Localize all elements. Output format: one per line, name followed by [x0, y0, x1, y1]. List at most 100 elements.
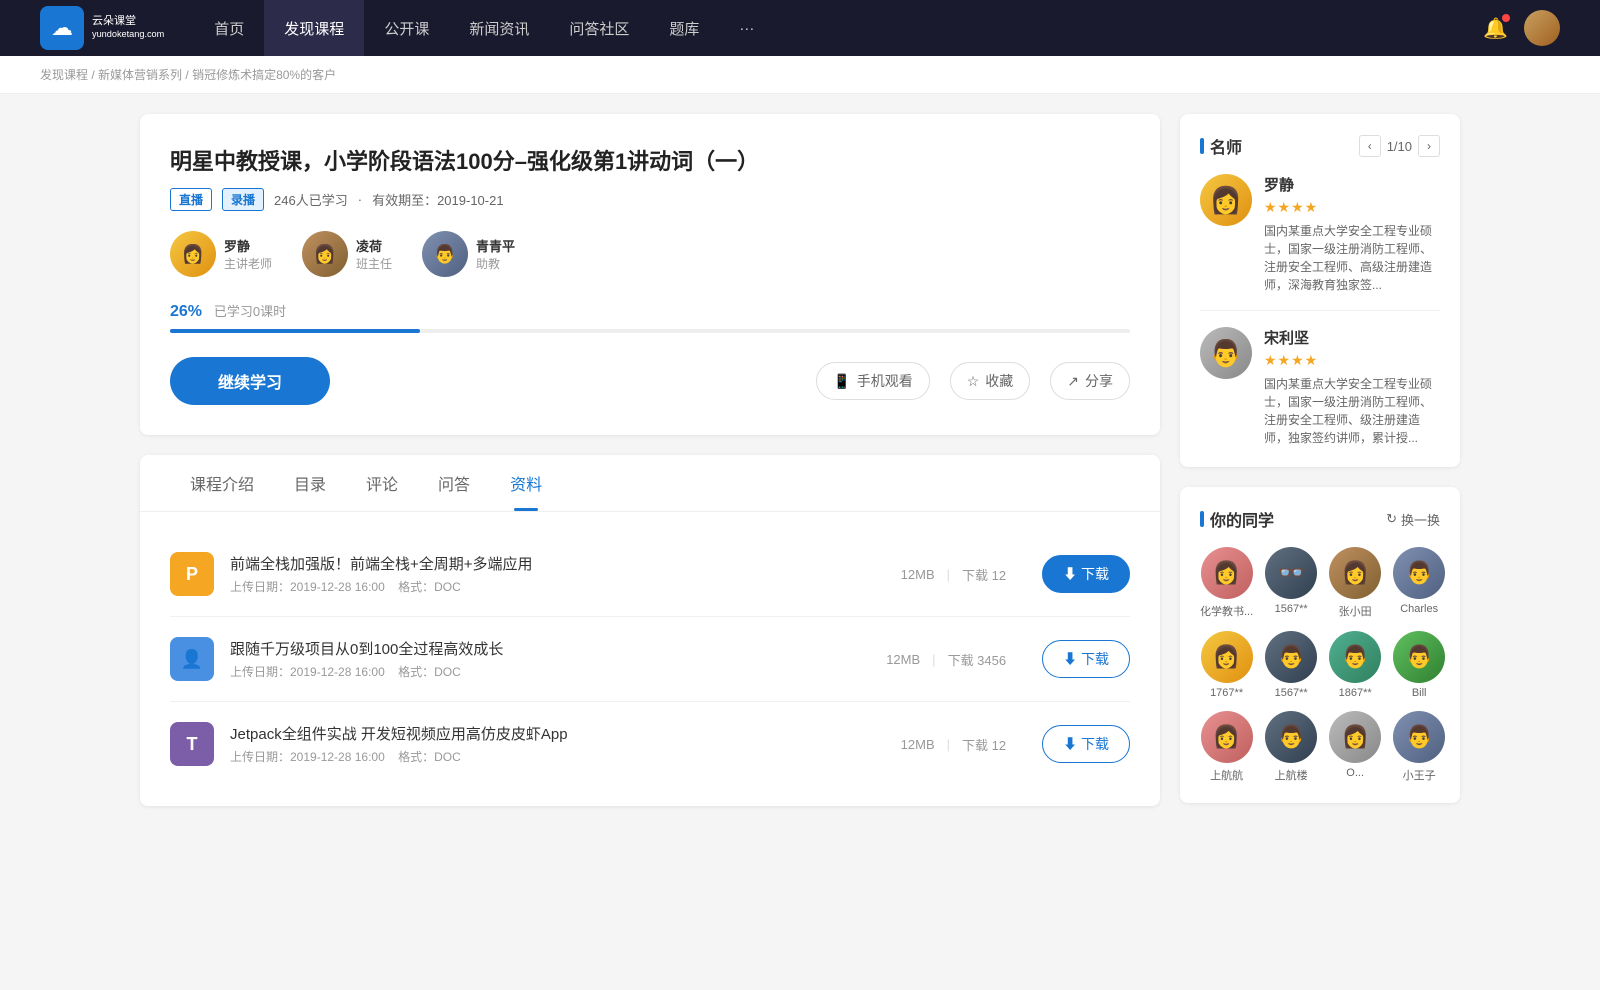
sidebar-teacher-1-info: 罗静 ★★★★ 国内某重点大学安全工程专业硕士，国家一级注册消防工程师、注册安全…: [1264, 174, 1440, 294]
resource-stats-2: 12MB | 下载 3456: [886, 650, 1006, 669]
logo-symbol: ☁: [51, 15, 73, 41]
classmate-5-avatar: 👩: [1201, 631, 1253, 683]
resource-icon-1: P: [170, 552, 214, 596]
tab-review[interactable]: 评论: [346, 455, 418, 511]
sidebar-teacher-2-info: 宋利坚 ★★★★ 国内某重点大学安全工程专业硕士，国家一级注册消防工程师、注册安…: [1264, 327, 1440, 447]
nav-public[interactable]: 公开课: [364, 0, 449, 56]
continue-learning-button[interactable]: 继续学习: [170, 357, 330, 405]
progress-section: 26% 已学习0课时: [170, 301, 1130, 333]
classmate-3[interactable]: 👩 张小田: [1329, 547, 1381, 619]
resource-meta-3: 上传日期：2019-12-28 16:00 格式：DOC: [230, 748, 885, 765]
resource-stats-1: 12MB | 下载 12: [901, 565, 1006, 584]
teacher-3: 👨 青青平 助教: [422, 231, 515, 277]
logo[interactable]: ☁ 云朵课堂yundoketang.com: [40, 6, 164, 50]
sep-3: |: [947, 737, 950, 752]
classmate-6[interactable]: 👨 1567**: [1265, 631, 1317, 699]
breadcrumb-series[interactable]: 新媒体营销系列: [98, 68, 182, 82]
sidebar-teacher-2-desc: 国内某重点大学安全工程专业硕士，国家一级注册消防工程师、注册安全工程师、级注册建…: [1264, 375, 1440, 447]
classmate-5[interactable]: 👩 1767**: [1200, 631, 1253, 699]
classmate-10[interactable]: 👨 上航楼: [1265, 711, 1317, 783]
nav-more[interactable]: ···: [719, 0, 774, 56]
logo-icon: ☁: [40, 6, 84, 50]
share-button[interactable]: ↗ 分享: [1050, 362, 1130, 400]
classmate-2-name: 1567**: [1275, 603, 1308, 615]
classmate-12[interactable]: 👨 小王子: [1393, 711, 1445, 783]
star-icon: ☆: [967, 373, 980, 390]
download-button-2[interactable]: ⬇ 下载: [1042, 640, 1130, 678]
classmates-sidebar-title: 你的同学: [1200, 507, 1274, 531]
teachers-sidebar-card: 名师 ‹ 1/10 › 👩 罗静 ★★★★ 国内某重点大学安全工程专业硕士，国家…: [1180, 114, 1460, 467]
badge-live: 直播: [170, 188, 212, 211]
tab-resource[interactable]: 资料: [490, 455, 562, 511]
tab-qa[interactable]: 问答: [418, 455, 490, 511]
action-buttons: 📱 手机观看 ☆ 收藏 ↗ 分享: [816, 362, 1130, 400]
teacher-2-info: 凌荷 班主任: [356, 236, 392, 272]
classmate-8[interactable]: 👨 Bill: [1393, 631, 1445, 699]
classmate-9[interactable]: 👩 上航航: [1200, 711, 1253, 783]
resource-format-1: 格式：DOC: [398, 580, 461, 594]
progress-pct: 26%: [170, 303, 202, 320]
classmate-1-avatar: 👩: [1201, 547, 1253, 599]
classmate-9-name: 上航航: [1210, 767, 1243, 783]
classmate-2[interactable]: 👓 1567**: [1265, 547, 1317, 619]
nav-home[interactable]: 首页: [194, 0, 264, 56]
teacher-3-role: 助教: [476, 255, 515, 272]
nav-news[interactable]: 新闻资讯: [449, 0, 549, 56]
sidebar-teacher-1-stars: ★★★★: [1264, 199, 1440, 216]
page-next-btn[interactable]: ›: [1418, 135, 1440, 157]
page-prev-btn[interactable]: ‹: [1359, 135, 1381, 157]
teacher-2-avatar: 👩: [302, 231, 348, 277]
classmate-1[interactable]: 👩 化学教书...: [1200, 547, 1253, 619]
sep-2: |: [932, 652, 935, 667]
classmate-4[interactable]: 👨 Charles: [1393, 547, 1445, 619]
classmate-4-avatar: 👨: [1393, 547, 1445, 599]
nav-qa[interactable]: 问答社区: [549, 0, 649, 56]
resource-size-2: 12MB: [886, 652, 920, 667]
classmate-7[interactable]: 👨 1867**: [1329, 631, 1381, 699]
main-container: 明星中教授课，小学阶段语法100分–强化级第1讲动词（一） 直播 录播 246人…: [100, 94, 1500, 843]
download-button-1[interactable]: ⬇ 下载: [1042, 555, 1130, 593]
nav-discover[interactable]: 发现课程: [264, 0, 364, 56]
resource-size-3: 12MB: [901, 737, 935, 752]
tab-intro[interactable]: 课程介绍: [170, 455, 274, 511]
classmate-6-name: 1567**: [1275, 687, 1308, 699]
sidebar-teacher-2-name: 宋利坚: [1264, 327, 1440, 348]
refresh-label: 换一换: [1401, 510, 1440, 529]
resource-item-2: 👤 跟随千万级项目从0到100全过程高效成长 上传日期：2019-12-28 1…: [170, 617, 1130, 702]
teacher-1-avatar: 👩: [170, 231, 216, 277]
breadcrumb-discover[interactable]: 发现课程: [40, 68, 88, 82]
collect-button[interactable]: ☆ 收藏: [950, 362, 1031, 400]
teachers-sidebar-title: 名师: [1200, 134, 1242, 158]
resource-date-1: 上传日期：2019-12-28 16:00: [230, 580, 385, 594]
breadcrumb-course[interactable]: 销冠修炼术搞定80%的客户: [192, 68, 336, 82]
download-button-3[interactable]: ⬇ 下载: [1042, 725, 1130, 763]
classmate-8-name: Bill: [1412, 687, 1427, 699]
classmates-sidebar-card: 你的同学 ↻ 换一换 👩 化学教书... 👓 1567** 👩: [1180, 487, 1460, 803]
sep-1: |: [947, 567, 950, 582]
teacher-2-role: 班主任: [356, 255, 392, 272]
breadcrumb: 发现课程 / 新媒体营销系列 / 销冠修炼术搞定80%的客户: [0, 56, 1600, 94]
tabs-section: 课程介绍 目录 评论 问答 资料 P 前端全栈加强版！前端全栈+全周期+多端应用…: [140, 455, 1160, 806]
tab-catalog[interactable]: 目录: [274, 455, 346, 511]
nav-quiz[interactable]: 题库: [649, 0, 719, 56]
notification-bell[interactable]: 🔔: [1483, 16, 1508, 41]
tabs-body: P 前端全栈加强版！前端全栈+全周期+多端应用 上传日期：2019-12-28 …: [140, 512, 1160, 806]
sidebar-teacher-1-avatar: 👩: [1200, 174, 1252, 226]
classmate-11[interactable]: 👩 O...: [1329, 711, 1381, 783]
mobile-label: 手机观看: [857, 371, 913, 391]
left-content: 明星中教授课，小学阶段语法100分–强化级第1讲动词（一） 直播 录播 246人…: [140, 114, 1160, 823]
sidebar-teacher-1: 👩 罗静 ★★★★ 国内某重点大学安全工程专业硕士，国家一级注册消防工程师、注册…: [1200, 174, 1440, 311]
classmate-6-avatar: 👨: [1265, 631, 1317, 683]
refresh-button[interactable]: ↻ 换一换: [1386, 510, 1440, 529]
user-avatar[interactable]: [1524, 10, 1560, 46]
resource-info-3: Jetpack全组件实战 开发短视频应用高仿皮皮虾App 上传日期：2019-1…: [230, 723, 885, 765]
resource-downloads-1: 下载 12: [962, 565, 1006, 584]
resource-name-2: 跟随千万级项目从0到100全过程高效成长: [230, 638, 870, 659]
resource-date-3: 上传日期：2019-12-28 16:00: [230, 750, 385, 764]
resource-meta-1: 上传日期：2019-12-28 16:00 格式：DOC: [230, 578, 885, 595]
teacher-3-info: 青青平 助教: [476, 236, 515, 272]
classmates-sidebar-header: 你的同学 ↻ 换一换: [1200, 507, 1440, 531]
resource-format-2: 格式：DOC: [398, 665, 461, 679]
mobile-watch-button[interactable]: 📱 手机观看: [816, 362, 929, 400]
classmate-11-name: O...: [1346, 767, 1364, 779]
